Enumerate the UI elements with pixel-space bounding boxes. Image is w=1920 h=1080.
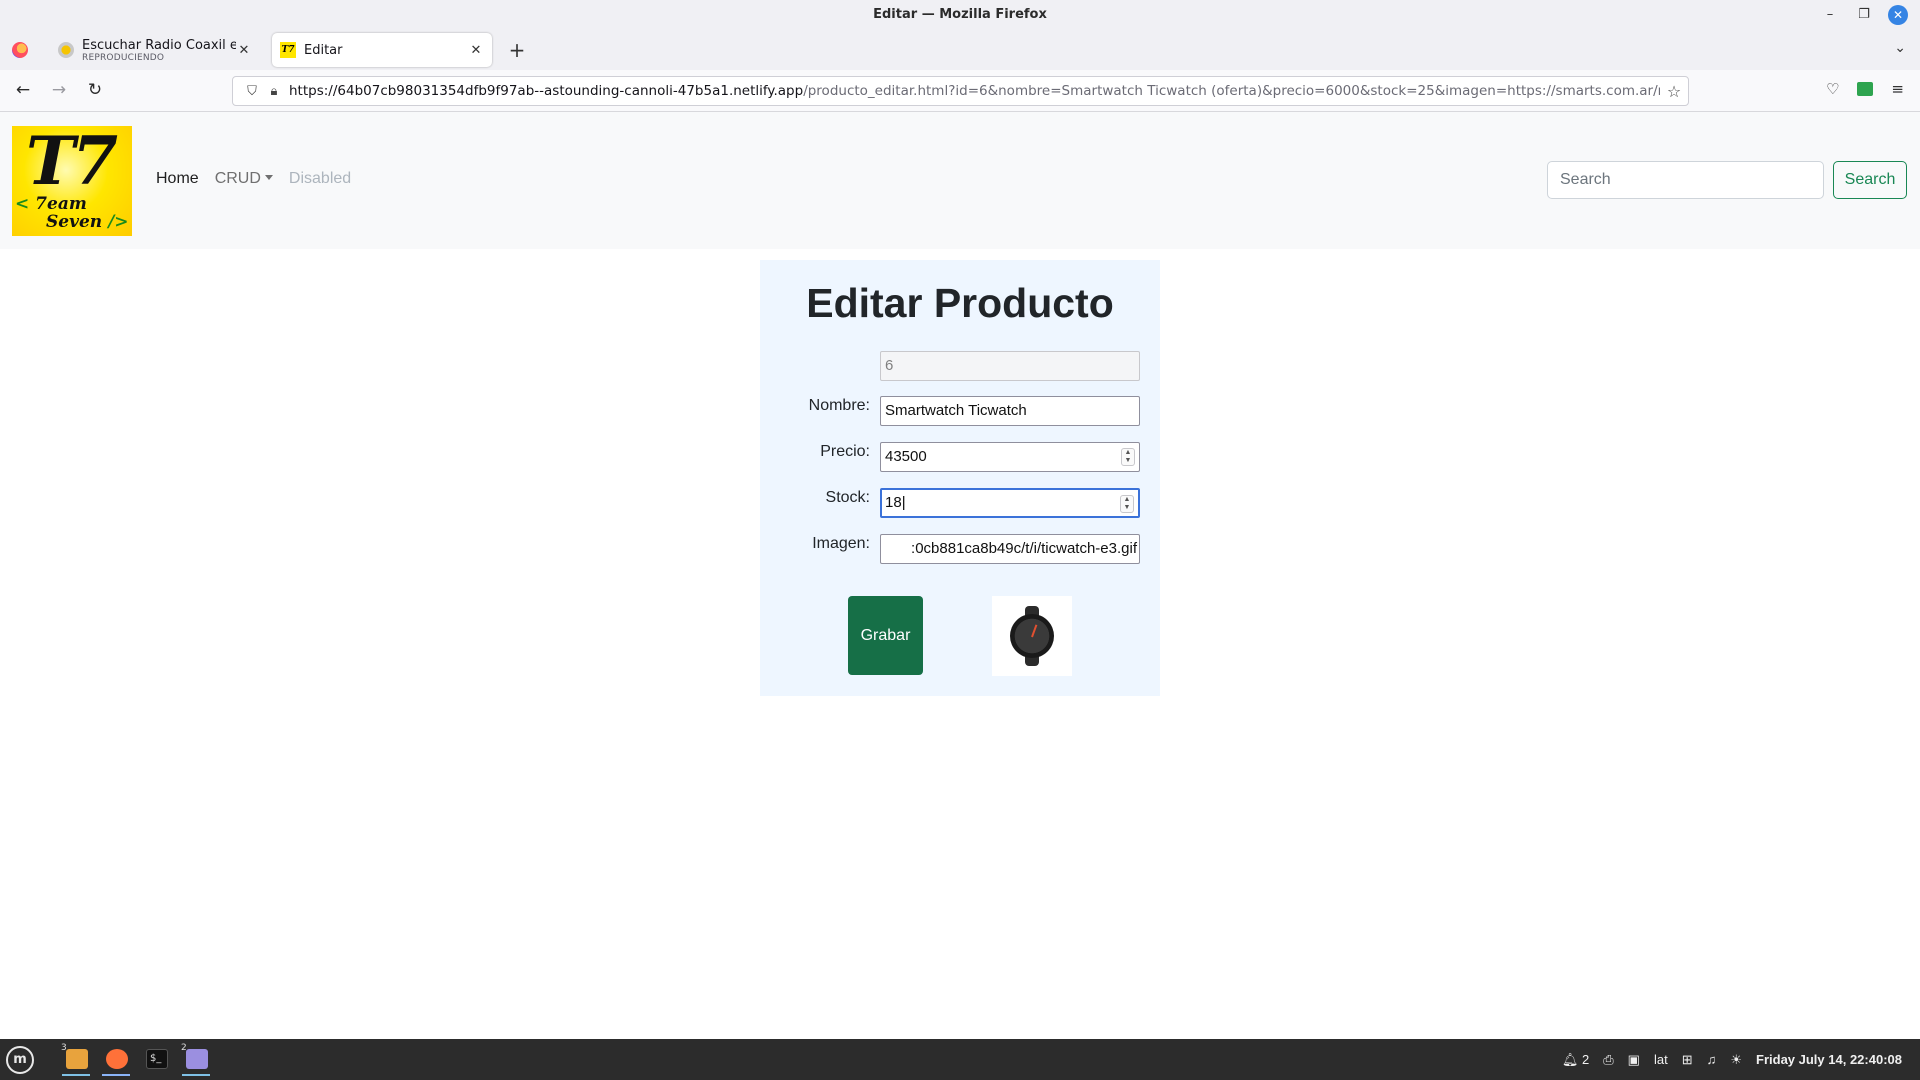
close-window-icon[interactable]: ✕ [1888, 5, 1908, 25]
edit-product-panel: Editar Producto 6 Nombre: Smartwatch Tic… [760, 260, 1160, 696]
sound-icon[interactable]: ♫ [1707, 1052, 1717, 1067]
firefox-view-icon[interactable] [12, 42, 28, 58]
toolbar-right: ♡ ≡ [1826, 80, 1904, 98]
search-button[interactable]: Search [1833, 161, 1907, 199]
site-navbar: T7 < 7eam Seven /> Home CRUD Disabled Se… [0, 112, 1920, 249]
url-bar[interactable]: ⛉ 🔒︎ https://64b07cb98031354dfb9f97ab--a… [232, 76, 1689, 106]
nombre-field[interactable]: Smartwatch Ticwatch [880, 396, 1140, 426]
tab-playing-label: REPRODUCIENDO [82, 52, 165, 63]
grabar-button[interactable]: Grabar [848, 596, 923, 675]
nombre-label: Nombre: [808, 397, 870, 414]
window-titlebar: Editar — Mozilla Firefox – ❐ ✕ [0, 0, 1920, 30]
t7-favicon-icon: T7 [280, 42, 296, 58]
firefox-launcher[interactable] [98, 1043, 134, 1076]
restore-icon[interactable]: ❐ [1854, 5, 1874, 25]
search-input[interactable]: Search [1547, 161, 1824, 199]
bookmark-star-icon[interactable]: ☆ [1660, 82, 1688, 101]
mint-menu-icon[interactable]: m [6, 1046, 34, 1074]
stock-field[interactable]: 18| ▲ ▼ [880, 488, 1140, 518]
close-tab-icon[interactable]: ✕ [468, 43, 484, 58]
precio-label: Precio: [820, 443, 870, 460]
brightness-icon[interactable]: ☀ [1730, 1052, 1742, 1068]
logo-line1: < 7eam [15, 194, 87, 214]
imagen-label: Imagen: [812, 535, 870, 552]
stock-stepper-icon[interactable]: ▲ ▼ [1120, 495, 1134, 513]
close-tab-icon[interactable]: ✕ [236, 43, 252, 58]
printer-icon[interactable]: ⎙ [1603, 1052, 1613, 1068]
nav-links: Home CRUD Disabled [156, 170, 351, 188]
minimize-icon[interactable]: – [1820, 5, 1840, 25]
url-host: https://64b07cb98031354dfb9f97ab--astoun… [289, 83, 804, 99]
list-all-tabs-icon[interactable]: ⌄ [1894, 40, 1906, 56]
precio-field[interactable]: 43500 ▲ ▼ [880, 442, 1140, 472]
clock[interactable]: Friday July 14, 22:40:08 [1756, 1052, 1902, 1067]
tab-editar[interactable]: T7 Editar ✕ [272, 33, 492, 67]
pocket-icon[interactable]: ♡ [1826, 80, 1839, 98]
precio-stepper-icon[interactable]: ▲ ▼ [1121, 448, 1135, 466]
tab-title: Editar [304, 42, 343, 58]
page-title: Editar Producto [806, 280, 1114, 326]
terminal-launcher[interactable]: $_ [138, 1043, 174, 1076]
url-path: /producto_editar.html?id=6&nombre=Smartw… [803, 83, 1660, 99]
hamburger-menu-icon[interactable]: ≡ [1891, 80, 1904, 98]
nav-crud-dropdown[interactable]: CRUD [215, 170, 273, 188]
tab-strip: Escuchar Radio Coaxil en vi REPRODUCIEND… [0, 30, 1920, 70]
id-field[interactable]: 6 [880, 351, 1140, 381]
browser-toolbar: ← → ↻ ⛉ 🔒︎ https://64b07cb98031354dfb9f9… [0, 70, 1920, 112]
clipboard-icon[interactable]: ▣ [1628, 1052, 1640, 1068]
nav-home-link[interactable]: Home [156, 170, 199, 188]
radio-favicon-icon [58, 42, 74, 58]
window-controls: – ❐ ✕ [1820, 5, 1908, 25]
lock-icon[interactable]: 🔒︎ [263, 84, 285, 99]
system-tray: 🔔︎ 2 ⎙ ▣ lat ⊞ ♫ ☀ Friday July 14, 22:40… [1562, 1039, 1902, 1080]
window-title: Editar — Mozilla Firefox [873, 7, 1047, 22]
taskbar: m 3 $_ 2 🔔︎ 2 ⎙ ▣ lat ⊞ ♫ ☀ Friday July … [0, 1039, 1920, 1080]
firefox-icon [106, 1049, 128, 1069]
network-icon[interactable]: ⊞ [1682, 1052, 1693, 1068]
logo-line2: Seven /> [46, 212, 129, 232]
extension-icon[interactable] [1857, 82, 1874, 96]
stock-label: Stock: [825, 489, 870, 506]
product-image [992, 596, 1072, 676]
nav-disabled-link: Disabled [288, 170, 352, 187]
forward-icon[interactable]: → [48, 80, 70, 100]
team-seven-logo[interactable]: T7 < 7eam Seven /> [12, 122, 132, 236]
url-text[interactable]: https://64b07cb98031354dfb9f97ab--astoun… [289, 83, 1660, 99]
file-manager-launcher[interactable]: 3 [58, 1043, 94, 1076]
tab-text: Escuchar Radio Coaxil en vi REPRODUCIEND… [82, 38, 236, 63]
reload-icon[interactable]: ↻ [84, 80, 106, 100]
tab-title: Escuchar Radio Coaxil en vi [82, 37, 236, 53]
new-tab-icon[interactable]: + [505, 38, 529, 62]
precio-value: 43500 [885, 448, 927, 465]
logo-t7: T7 [26, 122, 118, 200]
terminal-icon: $_ [146, 1049, 168, 1069]
stock-value: 18 [885, 494, 902, 511]
tab-radio-coaxil[interactable]: Escuchar Radio Coaxil en vi REPRODUCIEND… [50, 33, 260, 67]
tracking-shield-icon[interactable]: ⛉ [241, 84, 263, 99]
imagen-field[interactable]: :0cb881ca8b49c/t/i/ticwatch-e3.gif [880, 534, 1140, 564]
text-editor-icon [186, 1049, 208, 1069]
back-icon[interactable]: ← [12, 80, 34, 100]
text-editor-launcher[interactable]: 2 [178, 1043, 214, 1076]
notifications-icon[interactable]: 🔔︎ 2 [1562, 1052, 1589, 1068]
keyboard-layout[interactable]: lat [1654, 1052, 1668, 1067]
folder-icon [66, 1049, 88, 1069]
